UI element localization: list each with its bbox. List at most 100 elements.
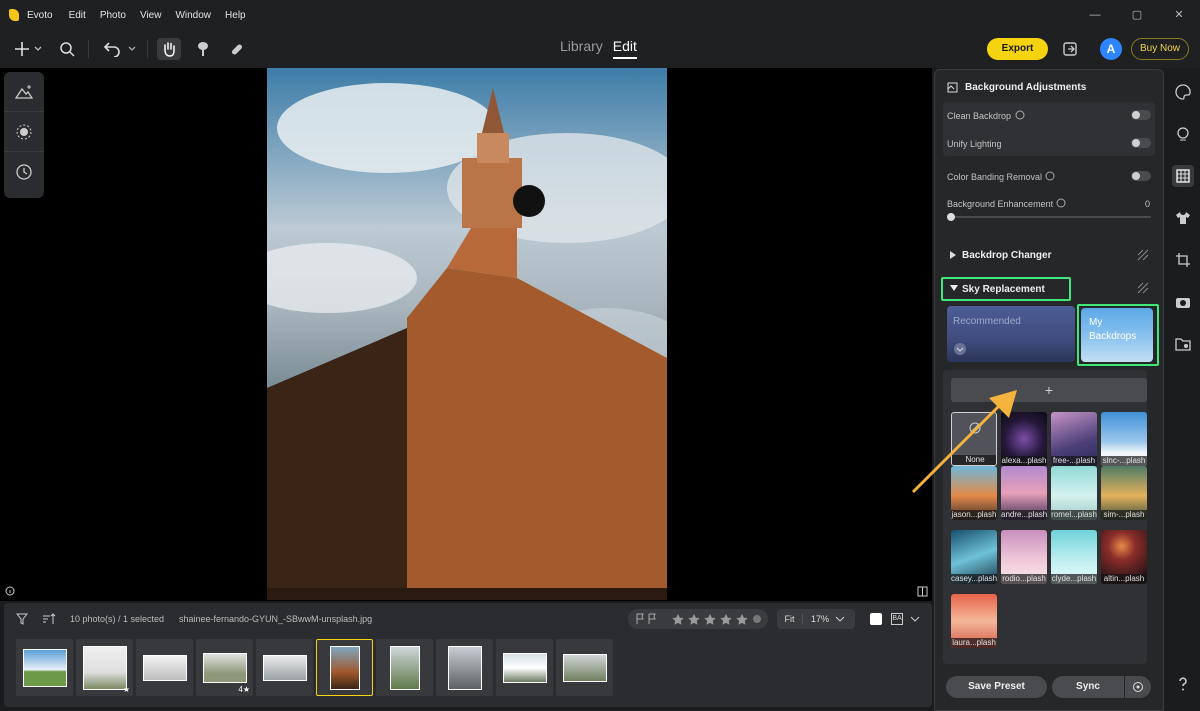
background-enhancement-label: Background Enhancement (947, 199, 1054, 209)
tab-library[interactable]: Library (560, 38, 603, 59)
thumbnail-image (82, 645, 127, 690)
chevron-down-icon[interactable] (949, 284, 959, 292)
reset-icon[interactable] (1137, 282, 1149, 294)
unify-lighting-toggle[interactable] (1131, 138, 1151, 148)
sort-icon[interactable] (42, 613, 56, 628)
toolbar-divider (147, 40, 148, 58)
sky-tile-label: andre...plash (1001, 510, 1047, 520)
enhancement-slider-track[interactable] (949, 216, 1151, 218)
thumbnail[interactable]: ★ (76, 639, 133, 696)
color-banding-toggle[interactable] (1131, 171, 1151, 181)
background-icon (947, 82, 958, 96)
zoom-value[interactable]: 17% (811, 614, 829, 624)
zoom-control[interactable]: Fit 17% (777, 609, 855, 629)
color-banding-label: Color Banding Removal (947, 172, 1043, 182)
before-after-icon[interactable]: BA (891, 613, 903, 625)
clothing-module-button[interactable] (1172, 207, 1194, 229)
menu-window[interactable]: Window (175, 10, 211, 21)
white-bg-toggle[interactable] (870, 613, 882, 625)
reset-icon[interactable] (1137, 249, 1149, 261)
help-icon[interactable] (1056, 198, 1066, 208)
bandage-icon (232, 44, 242, 55)
recommended-label: Recommended (953, 316, 1021, 327)
add-button[interactable] (12, 38, 44, 60)
thumbnail[interactable] (16, 639, 73, 696)
menu-view[interactable]: View (140, 10, 162, 21)
sky-tile[interactable]: romel...plash (1051, 466, 1097, 520)
thumbnail[interactable] (256, 639, 313, 696)
avatar[interactable]: A (1100, 38, 1122, 60)
sky-tile[interactable]: sim-...plash (1101, 466, 1147, 520)
undo-button[interactable] (101, 38, 137, 60)
sky-tile[interactable]: slnc-...plash (1101, 412, 1147, 466)
menu-photo[interactable]: Photo (100, 10, 126, 21)
sky-tile[interactable]: clyde...plash (1051, 530, 1097, 584)
clean-backdrop-toggle[interactable] (1131, 110, 1151, 120)
export-button[interactable]: Export (987, 38, 1048, 60)
close-button[interactable]: ✕ (1158, 0, 1200, 30)
tab-edit[interactable]: Edit (612, 38, 637, 59)
healing-tool-button[interactable] (226, 38, 248, 60)
photo-count: 10 photo(s) / 1 selected (70, 614, 165, 624)
thumbnail[interactable] (436, 639, 493, 696)
image-canvas[interactable] (0, 68, 932, 601)
background-module-button[interactable] (1172, 165, 1194, 187)
buy-now-button[interactable]: Buy Now (1131, 38, 1189, 60)
auto-adjust-tool[interactable] (4, 72, 44, 112)
search-button[interactable] (57, 38, 77, 60)
chevron-right-icon[interactable] (949, 250, 957, 260)
flags-and-stars-icon (636, 613, 761, 625)
help-icon[interactable] (1045, 171, 1055, 181)
help-button[interactable] (1172, 673, 1194, 695)
save-preset-button[interactable]: Save Preset (946, 676, 1047, 698)
brush-tool-button[interactable] (192, 38, 214, 60)
sky-tile[interactable]: casey...plash (951, 530, 997, 584)
sky-tile[interactable]: altin...plash (1101, 530, 1147, 584)
sync-options-button[interactable] (1125, 676, 1151, 698)
camera-module-button[interactable] (1172, 291, 1194, 313)
sky-replacement-title[interactable]: Sky Replacement (962, 284, 1045, 295)
face-module-button[interactable] (1172, 123, 1194, 145)
chevron-down-icon[interactable] (910, 614, 920, 626)
clean-backdrop-label: Clean Backdrop (947, 111, 1012, 121)
thumbnail[interactable] (496, 639, 553, 696)
sky-tile-label: slnc-...plash (1101, 456, 1147, 466)
section-title: Background Adjustments (965, 82, 1087, 93)
hand-tool-button[interactable] (157, 38, 181, 60)
enhancement-slider-handle[interactable] (947, 213, 955, 221)
compare-view-icon[interactable] (917, 586, 928, 600)
rating-filter[interactable] (628, 609, 768, 629)
thumbnail[interactable] (136, 639, 193, 696)
my-backdrops-card[interactable]: My Backdrops (1081, 308, 1153, 362)
sky-tile[interactable]: rodio...plash (1001, 530, 1047, 584)
sync-button[interactable]: Sync (1052, 676, 1124, 698)
sky-tile[interactable]: free-...plash (1051, 412, 1097, 466)
crop-module-button[interactable] (1172, 249, 1194, 271)
backdrop-changer-title[interactable]: Backdrop Changer (962, 250, 1051, 261)
color-module-button[interactable] (1172, 81, 1194, 103)
thumbnail[interactable] (376, 639, 433, 696)
history-tool[interactable] (4, 152, 44, 192)
thumbnail-list: ★ 4★ (16, 639, 616, 696)
thumbnail[interactable] (556, 639, 613, 696)
maximize-button[interactable]: ▢ (1116, 0, 1158, 30)
minimize-button[interactable]: — (1074, 0, 1116, 30)
filmstrip-header: 10 photo(s) / 1 selected shainee-fernand… (4, 603, 932, 636)
mask-tool[interactable] (4, 112, 44, 152)
info-icon[interactable] (5, 586, 15, 599)
title-bar: Evoto Edit Photo View Window Help — ▢ ✕ (0, 0, 1200, 30)
folder-module-button[interactable] (1172, 333, 1194, 355)
thumbnail-selected[interactable] (316, 639, 373, 696)
fit-button[interactable]: Fit (777, 614, 803, 624)
sky-tile[interactable]: laura...plash (951, 594, 997, 648)
recommended-card[interactable]: Recommended (947, 306, 1075, 362)
help-icon[interactable] (1015, 110, 1025, 120)
thumbnail[interactable]: 4★ (196, 639, 253, 696)
radial-icon (16, 124, 32, 139)
mountain-sparkle-icon (15, 84, 33, 99)
share-button[interactable] (1060, 38, 1080, 60)
filter-icon[interactable] (15, 613, 29, 628)
menu-help[interactable]: Help (225, 10, 246, 21)
thumbnail-image (22, 648, 67, 687)
menu-edit[interactable]: Edit (69, 10, 86, 21)
